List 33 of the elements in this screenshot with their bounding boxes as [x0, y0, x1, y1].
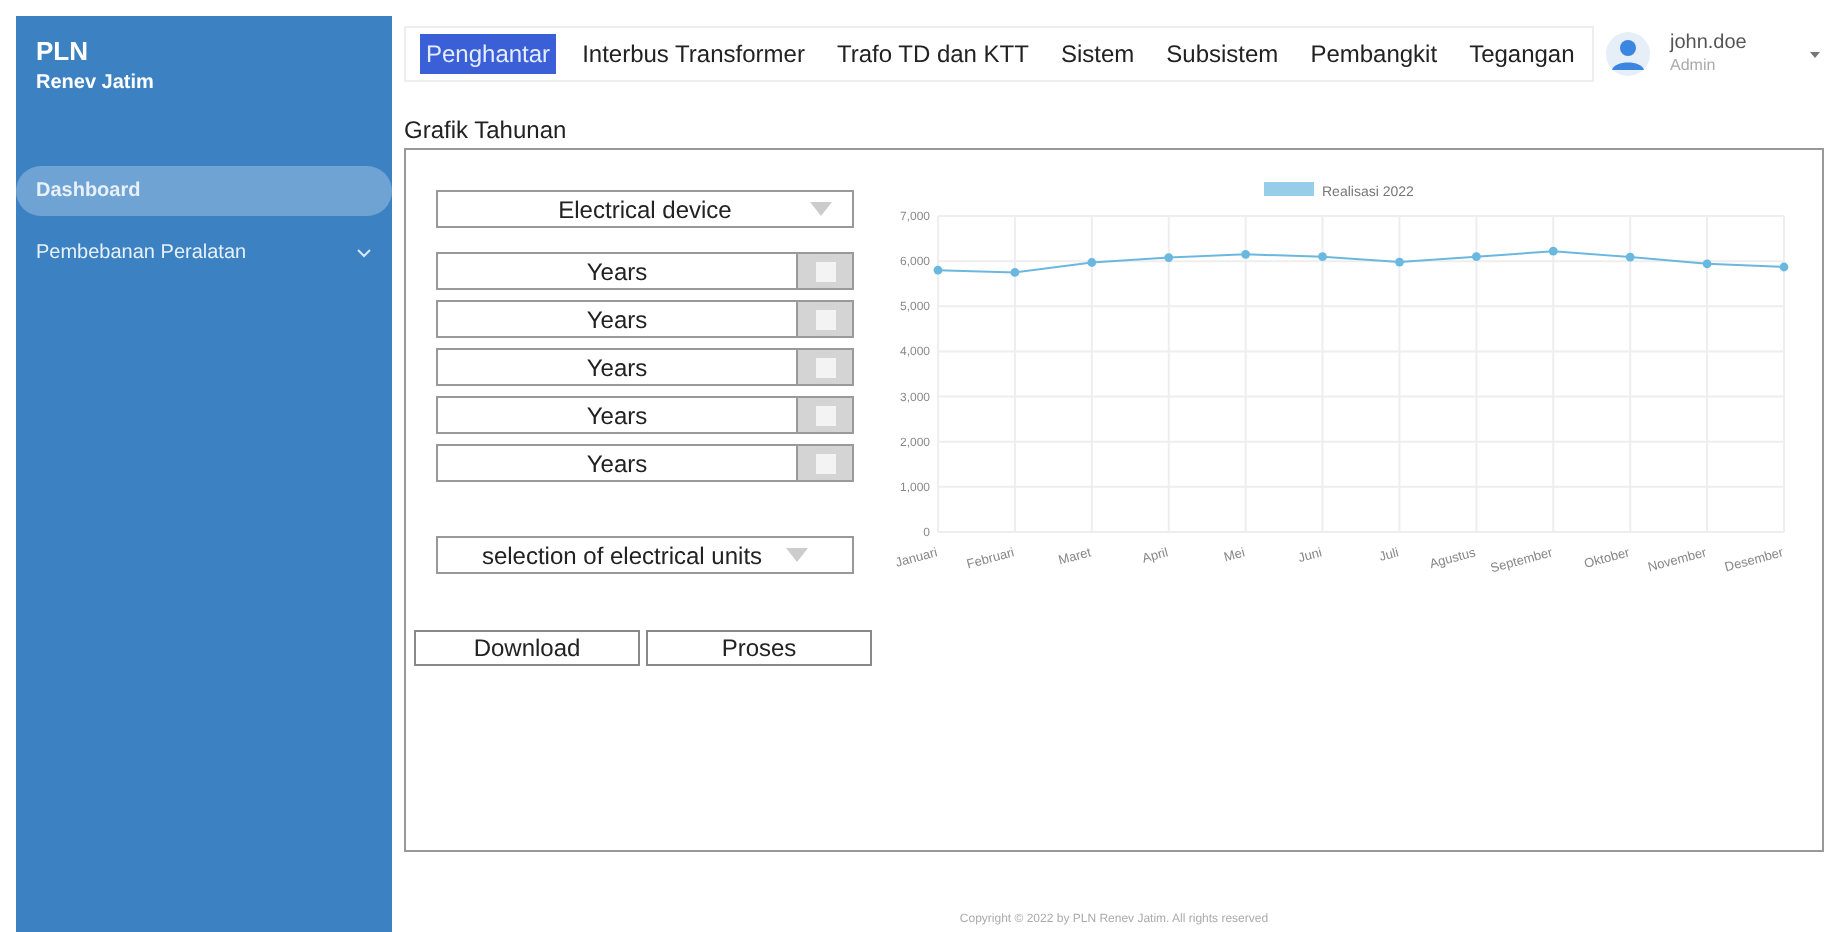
action-button[interactable]: Download [414, 630, 640, 666]
avatar-icon [1606, 32, 1650, 76]
data-point [1625, 252, 1635, 262]
nav-tab[interactable]: Tegangan [1463, 34, 1581, 74]
nav-tab[interactable]: Subsistem [1160, 34, 1285, 74]
section-title: Grafik Tahunan [404, 114, 569, 146]
action-button[interactable]: Proses [646, 630, 872, 666]
unit-select[interactable]: selection of electrical units [436, 536, 854, 574]
data-point [933, 265, 943, 275]
data-point [1548, 246, 1558, 256]
dropdown-caret-icon[interactable] [1810, 51, 1820, 57]
data-point [1779, 262, 1789, 272]
brand-subtitle: Renev Jatim [34, 70, 156, 98]
data-point [1010, 268, 1020, 277]
nav-tab[interactable]: Trafo TD dan KTT [830, 34, 1035, 74]
data-point [1702, 259, 1712, 269]
data-point [1318, 252, 1327, 262]
data-point [1164, 253, 1174, 262]
data-point [1395, 257, 1404, 267]
user-role: Admin [1670, 54, 1718, 76]
nav-tab[interactable]: Sistem [1054, 34, 1141, 74]
device-select[interactable]: Electrical device [436, 190, 854, 228]
dropdown-arrow-icon [786, 548, 809, 562]
data-point [1087, 258, 1097, 267]
dropdown-arrow-icon [810, 202, 832, 216]
user-name: john.doe [1670, 32, 1749, 54]
data-point [1471, 252, 1481, 262]
nav-tab[interactable]: Penghantar [420, 34, 557, 74]
brand-title: PLN [34, 34, 90, 68]
nav-tab[interactable]: Pembangkit [1304, 34, 1444, 74]
data-point [1241, 249, 1251, 259]
nav-tab[interactable]: Interbus Transformer [576, 34, 811, 74]
sidebar-item[interactable]: Pembebanan Peralatan [16, 228, 392, 278]
